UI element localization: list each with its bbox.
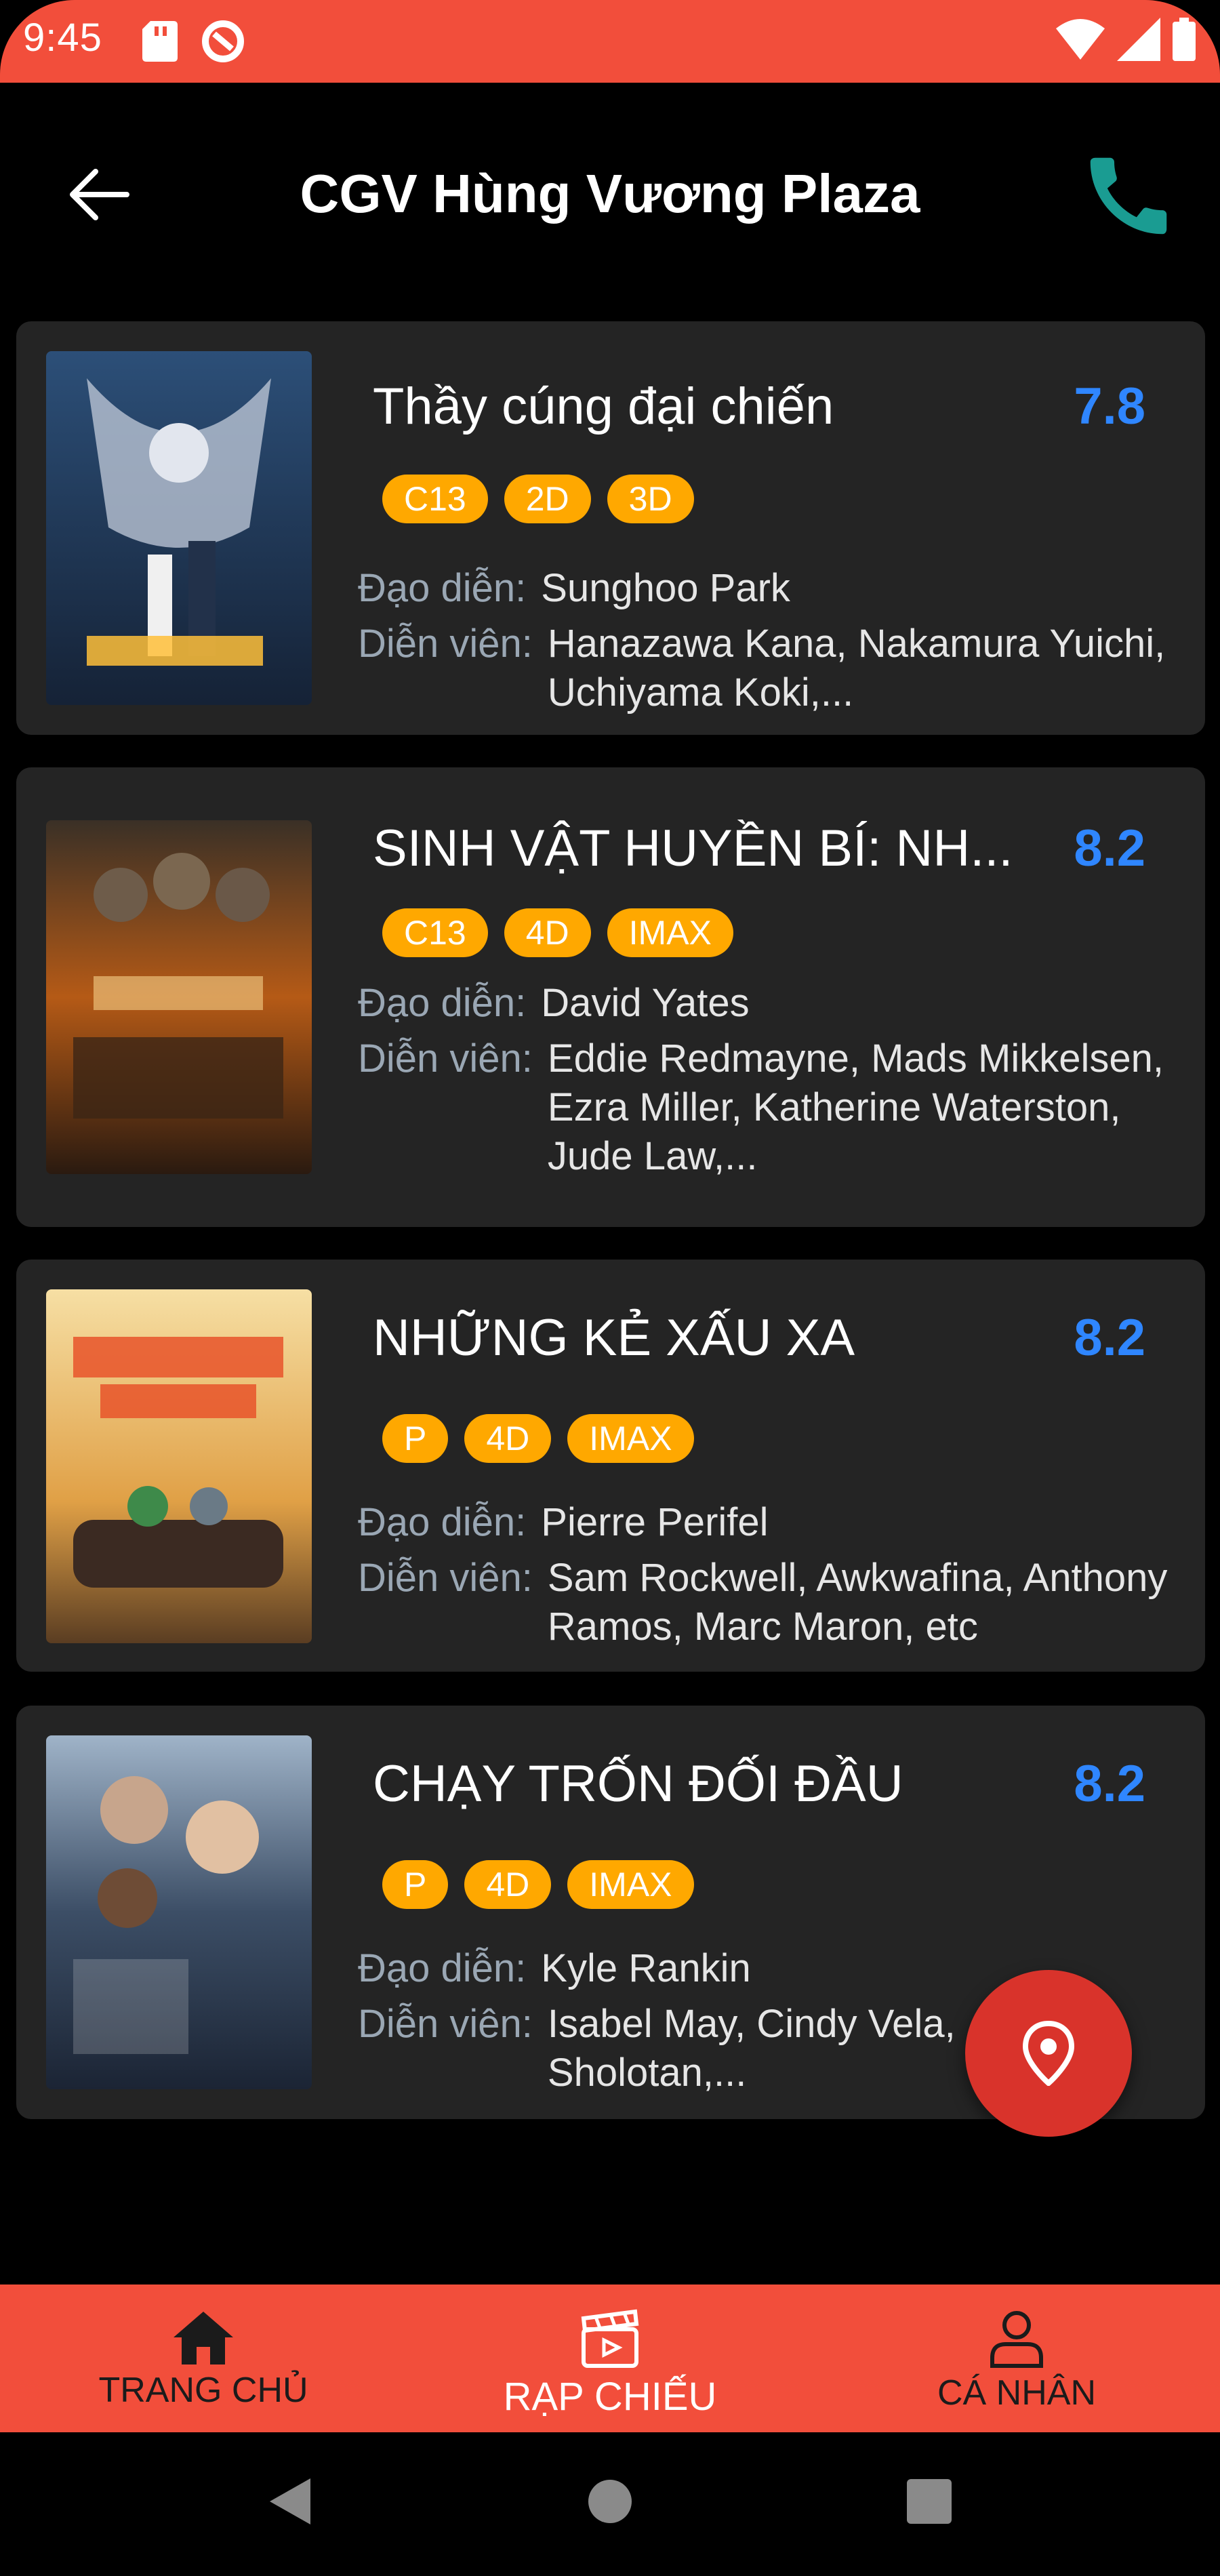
movie-poster [46, 820, 312, 1174]
bottom-nav: TRANG CHỦ RẠP CHIẾU CÁ NHÂN [0, 2285, 1220, 2432]
location-pin-icon [1022, 2021, 1075, 2086]
nav-item-cinema[interactable]: RẠP CHIẾU [407, 2285, 813, 2432]
tag-age: P [382, 1860, 449, 1909]
director-row: Đạo diễn: Pierre Perifel [358, 1498, 769, 1547]
movie-card[interactable]: NHỮNG KẺ XẤU XA 8.2 P 4D IMAX Đạo diễn: … [16, 1260, 1205, 1672]
sd-card-icon [142, 21, 178, 62]
tag-format: 2D [504, 475, 591, 523]
tag-format: 4D [464, 1860, 552, 1909]
movie-rating: 8.2 [1074, 1755, 1145, 1813]
director-row: Đạo diễn: Sunghoo Park [358, 564, 790, 613]
actors-row: Diễn viên: Eddie Redmayne, Mads Mikkelse… [358, 1034, 1178, 1181]
actors-row: Diễn viên: Hanazawa Kana, Nakamura Yuich… [358, 620, 1178, 717]
nav-label: TRANG CHỦ [98, 2371, 308, 2410]
tag-format: 4D [504, 908, 591, 957]
tag-format: 4D [464, 1414, 552, 1463]
system-nav-bar [0, 2432, 1220, 2576]
nav-label: RẠP CHIẾU [503, 2375, 717, 2419]
movie-rating: 8.2 [1074, 820, 1145, 877]
actors-label: Diễn viên: [358, 622, 533, 666]
tag-age: P [382, 1414, 449, 1463]
actors-value: Sam Rockwell, Awkwafina, Anthony Ramos, … [547, 1556, 1168, 1649]
tag-age: C13 [382, 475, 488, 523]
system-home-icon[interactable] [586, 2474, 634, 2529]
tag-age: C13 [382, 908, 488, 957]
tag-format: 3D [607, 475, 694, 523]
tag-format: IMAX [607, 908, 733, 957]
phone-icon [1090, 157, 1167, 235]
movie-card[interactable]: SINH VẬT HUYỀN BÍ: NH... 8.2 C13 4D IMAX… [16, 767, 1205, 1227]
director-label: Đạo diễn: [358, 981, 527, 1025]
director-value: Sunghoo Park [541, 566, 790, 610]
movie-poster [46, 1289, 312, 1643]
movie-title: Thầy cúng đại chiến [373, 378, 834, 435]
tag-list: P 4D IMAX [382, 1860, 694, 1909]
home-icon [174, 2312, 233, 2364]
movie-rating: 7.8 [1074, 378, 1145, 435]
clapperboard-icon [581, 2309, 639, 2368]
nav-label: CÁ NHÂN [937, 2373, 1097, 2413]
director-value: Kyle Rankin [541, 1946, 751, 1990]
actors-label: Diễn viên: [358, 1037, 533, 1081]
app-header: CGV Hùng Vương Plaza [0, 83, 1220, 306]
director-value: David Yates [541, 981, 750, 1025]
location-fab[interactable] [965, 1970, 1132, 2137]
system-recents-icon[interactable] [906, 2474, 953, 2529]
movie-card[interactable]: Thầy cúng đại chiến 7.8 C13 2D 3D Đạo di… [16, 321, 1205, 735]
actors-label: Diễn viên: [358, 1556, 533, 1600]
signal-icon [1117, 18, 1160, 61]
nav-item-profile[interactable]: CÁ NHÂN [813, 2285, 1220, 2432]
actors-value: Eddie Redmayne, Mads Mikkelsen, Ezra Mil… [547, 1037, 1164, 1178]
nav-item-home[interactable]: TRANG CHỦ [0, 2285, 407, 2432]
tag-list: P 4D IMAX [382, 1414, 694, 1463]
sync-icon [202, 20, 244, 62]
tag-list: C13 4D IMAX [382, 908, 733, 957]
director-row: Đạo diễn: Kyle Rankin [358, 1944, 751, 1993]
battery-icon [1173, 18, 1196, 61]
call-button[interactable] [1078, 145, 1186, 254]
tag-format: IMAX [567, 1860, 694, 1909]
director-label: Đạo diễn: [358, 1500, 527, 1544]
movie-poster [46, 351, 312, 705]
movie-poster [46, 1735, 312, 2089]
movie-title: SINH VẬT HUYỀN BÍ: NH... [373, 820, 1013, 877]
actors-label: Diễn viên: [358, 2002, 533, 2046]
director-row: Đạo diễn: David Yates [358, 979, 750, 1028]
actors-value: Hanazawa Kana, Nakamura Yuichi, Uchiyama… [547, 622, 1166, 715]
status-bar: 9:45 [0, 0, 1220, 83]
movie-title: CHẠY TRỐN ĐỐI ĐẦU [373, 1755, 903, 1813]
movie-rating: 8.2 [1074, 1309, 1145, 1367]
movie-title: NHỮNG KẺ XẤU XA [373, 1309, 855, 1367]
director-label: Đạo diễn: [358, 566, 527, 610]
tag-format: IMAX [567, 1414, 694, 1463]
tag-list: C13 2D 3D [382, 475, 694, 523]
status-time: 9:45 [23, 16, 102, 60]
actors-row: Diễn viên: Sam Rockwell, Awkwafina, Anth… [358, 1554, 1178, 1651]
page-title: CGV Hùng Vương Plaza [300, 163, 920, 224]
director-label: Đạo diễn: [358, 1946, 527, 1990]
director-value: Pierre Perifel [541, 1500, 769, 1544]
user-icon [990, 2311, 1043, 2368]
wifi-icon [1056, 19, 1105, 60]
system-back-icon[interactable] [263, 2474, 317, 2529]
